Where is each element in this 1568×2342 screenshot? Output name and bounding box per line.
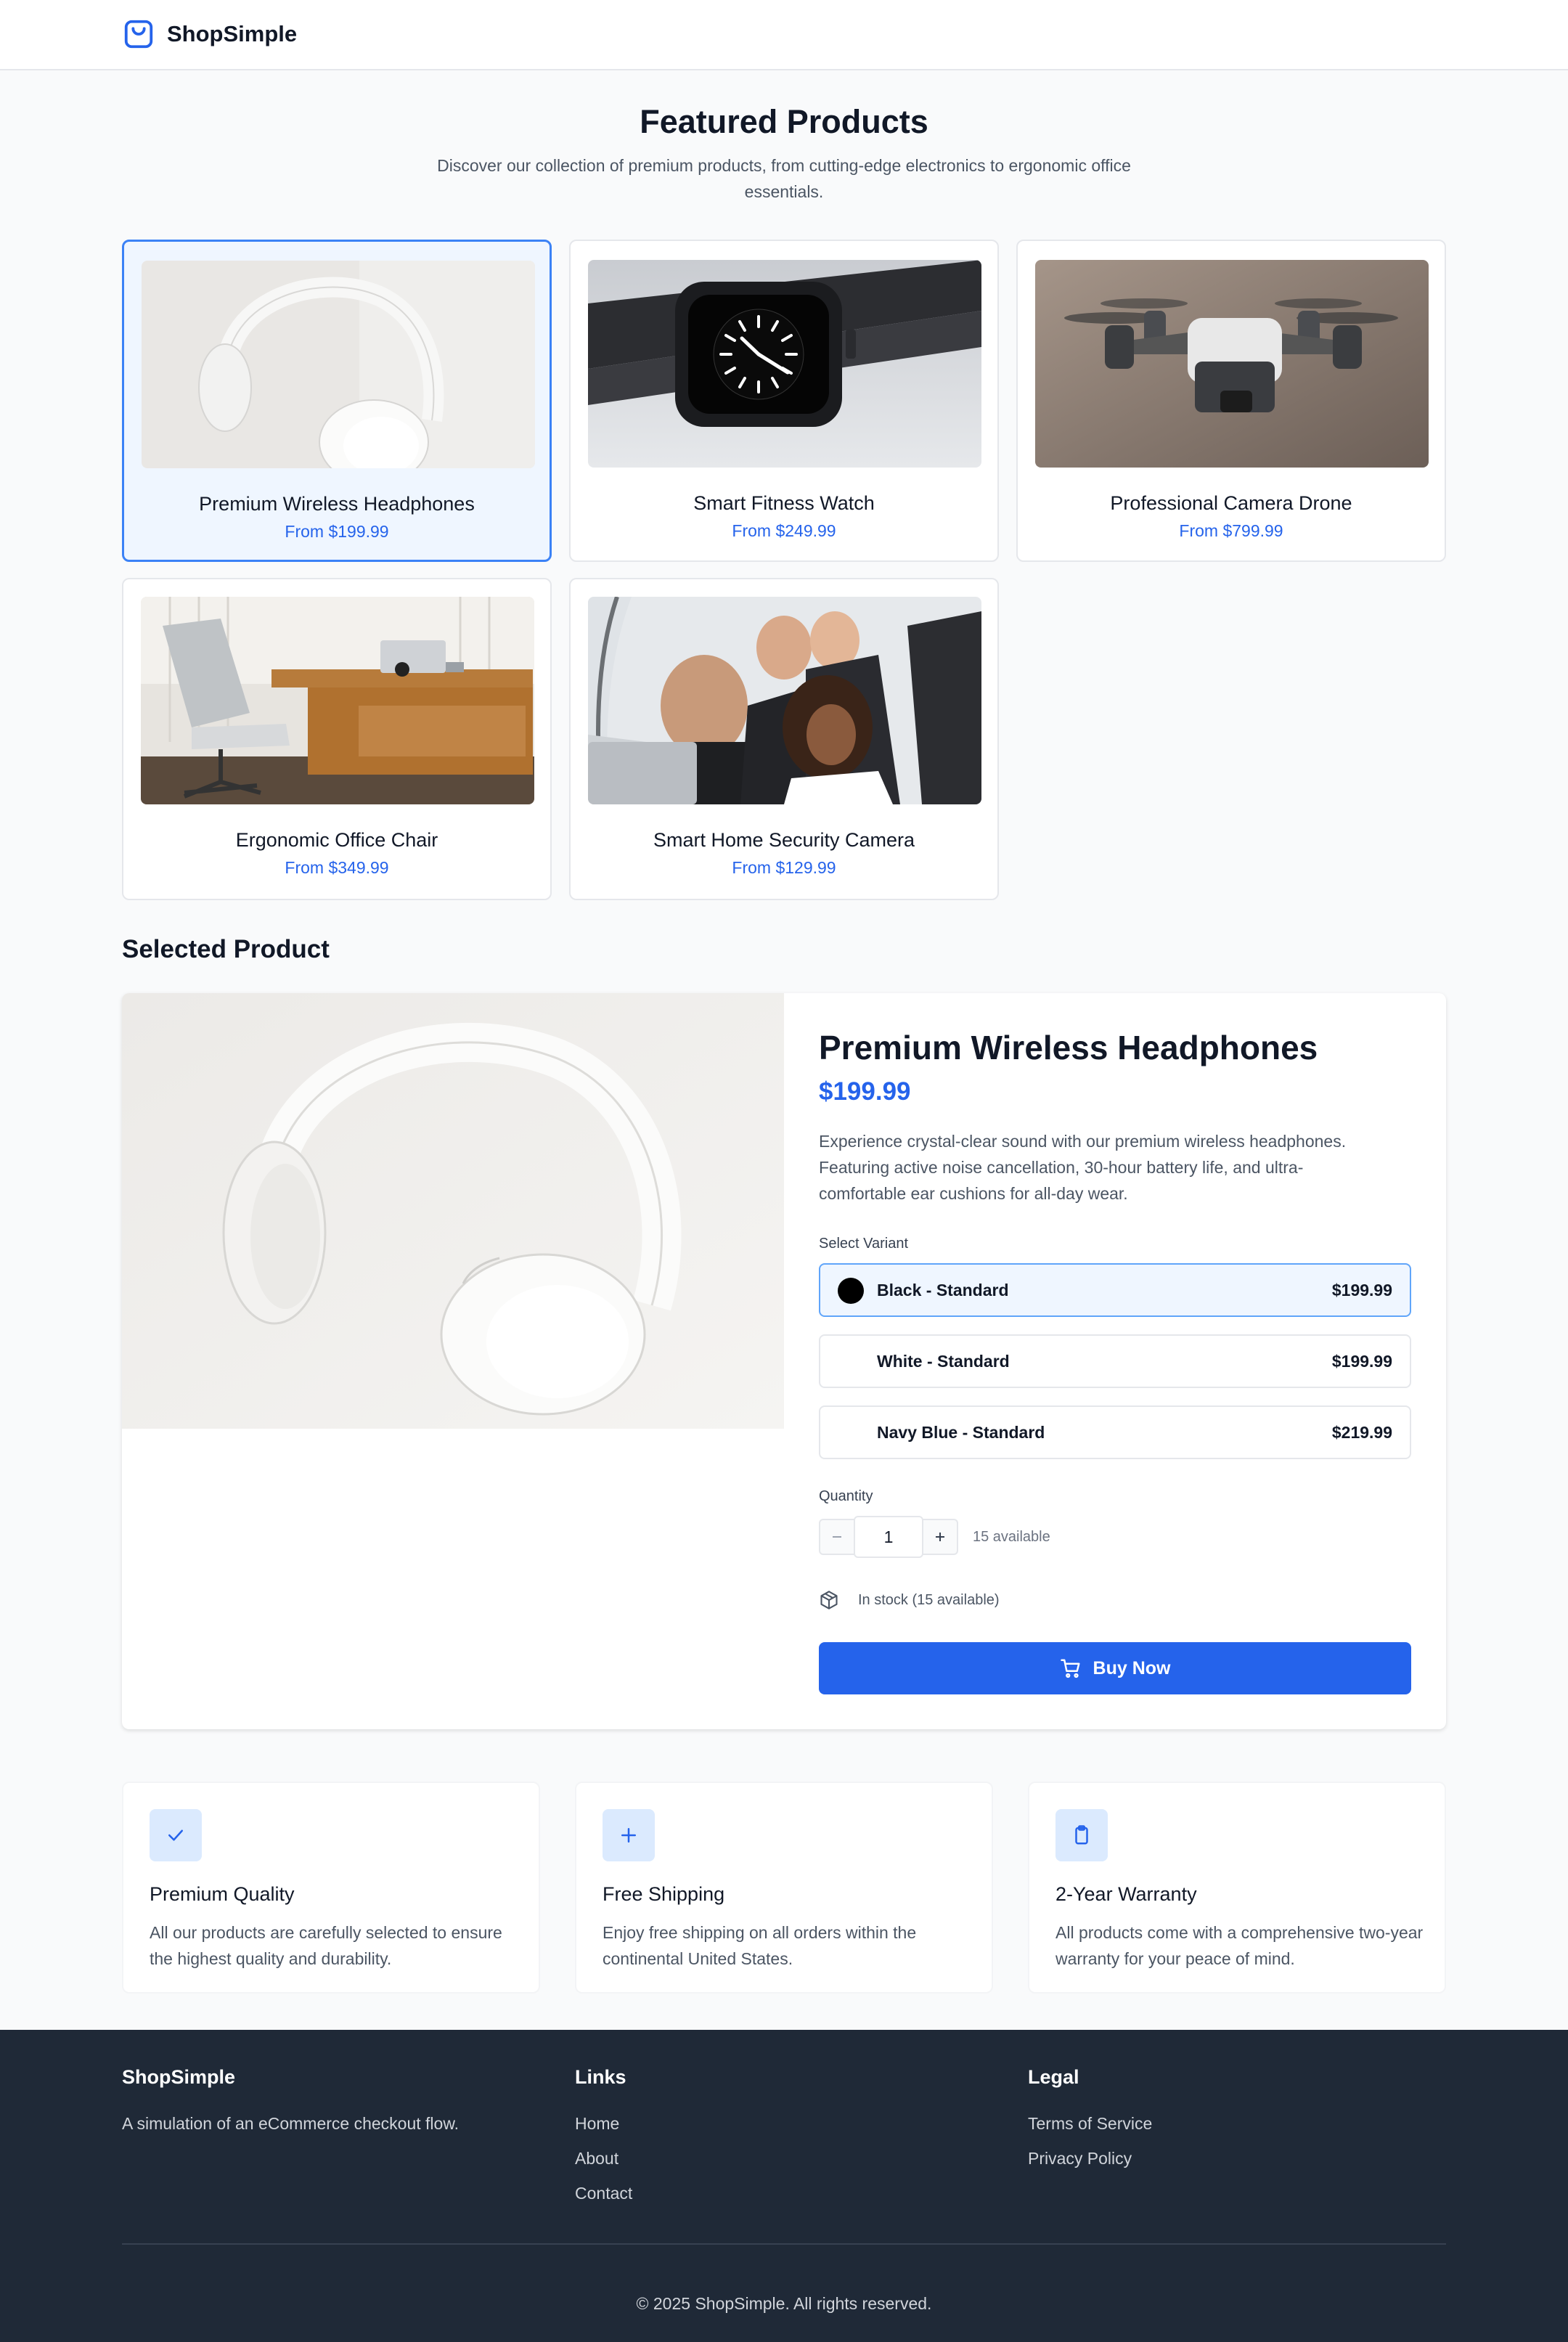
product-image-security-camera (588, 597, 981, 804)
feature-description: Enjoy free shipping on all orders within… (603, 1923, 917, 1968)
product-name: Premium Wireless Headphones (199, 493, 475, 515)
plus-icon (603, 1809, 655, 1861)
footer-link-privacy[interactable]: Privacy Policy (1028, 2149, 1132, 2168)
variant-option-black[interactable]: Black - Standard $199.99 (819, 1263, 1411, 1317)
product-name: Smart Fitness Watch (693, 492, 875, 514)
footer-divider (122, 2243, 1446, 2245)
available-count: 15 available (973, 1528, 1050, 1545)
logo[interactable]: ShopSimple (122, 17, 297, 51)
footer-tagline: A simulation of an eCommerce checkout fl… (122, 2114, 460, 2133)
copyright: © 2025 ShopSimple. All rights reserved. (636, 2294, 932, 2313)
clipboard-icon (1055, 1809, 1108, 1861)
product-card-chair[interactable]: Ergonomic Office Chair From $349.99 (122, 578, 552, 900)
product-price: From $799.99 (1179, 521, 1283, 540)
product-card-headphones[interactable]: Premium Wireless Headphones From $199.99 (122, 240, 552, 562)
variant-price: $199.99 (1331, 1281, 1392, 1299)
buy-now-button[interactable]: Buy Now (819, 1642, 1411, 1694)
check-icon (150, 1809, 202, 1861)
plus-icon (936, 1533, 944, 1541)
product-price: $199.99 (819, 1077, 911, 1106)
decrement-button[interactable] (819, 1519, 855, 1555)
page-title: Featured Products (640, 103, 928, 140)
stock-status: In stock (15 available) (819, 1590, 1000, 1610)
feature-card-shipping: Free Shipping Enjoy free shipping on all… (575, 1782, 993, 1994)
page-subtitle: Discover our collection of premium produ… (437, 156, 1131, 201)
color-swatch (838, 1349, 864, 1375)
product-image-chair (141, 597, 534, 804)
variant-name: Navy Blue - Standard (877, 1423, 1045, 1442)
footer-link-home[interactable]: Home (575, 2114, 619, 2134)
feature-card-warranty: 2-Year Warranty All products come with a… (1028, 1782, 1446, 1994)
feature-title: Premium Quality (150, 1883, 295, 1905)
package-icon (820, 1591, 838, 1609)
footer-brand: ShopSimple (122, 2066, 236, 2088)
product-price: From $349.99 (285, 858, 389, 877)
variant-option-white[interactable]: White - Standard $199.99 (819, 1334, 1411, 1388)
product-title: Premium Wireless Headphones (819, 1029, 1318, 1066)
feature-title: 2-Year Warranty (1055, 1883, 1197, 1905)
increment-button[interactable] (922, 1519, 958, 1555)
shopping-bag-icon (124, 20, 153, 49)
feature-card-quality: Premium Quality All our products are car… (122, 1782, 540, 1994)
product-image-headphones (142, 261, 535, 468)
product-image-drone (1035, 260, 1429, 468)
product-price: From $249.99 (732, 521, 836, 540)
minus-icon (833, 1536, 841, 1538)
feature-description: All products come with a comprehensive t… (1055, 1923, 1424, 1968)
feature-title: Free Shipping (603, 1883, 725, 1905)
cart-icon (1060, 1659, 1080, 1678)
quantity-input[interactable]: 1 (854, 1516, 923, 1558)
variant-label: Select Variant (819, 1236, 909, 1252)
color-swatch (838, 1420, 864, 1446)
product-card-watch[interactable]: Smart Fitness Watch From $249.99 (569, 240, 999, 562)
product-price: From $129.99 (732, 858, 836, 877)
variant-name: Black - Standard (877, 1281, 1009, 1299)
product-detail-image (122, 993, 784, 1429)
variant-price: $219.99 (1331, 1423, 1392, 1442)
variant-price: $199.99 (1331, 1352, 1392, 1371)
section-title-selected: Selected Product (122, 935, 330, 963)
product-image-watch (588, 260, 981, 468)
feature-description: All our products are carefully selected … (150, 1923, 502, 1968)
footer-link-contact[interactable]: Contact (575, 2184, 632, 2203)
footer-links-title: Links (575, 2066, 626, 2088)
product-detail-panel: Premium Wireless Headphones $199.99 Expe… (122, 993, 1446, 1729)
brand-name: ShopSimple (167, 21, 298, 46)
product-card-security-camera[interactable]: Smart Home Security Camera From $129.99 (569, 578, 999, 900)
product-description: Experience crystal-clear sound with our … (819, 1132, 1347, 1203)
stock-text: In stock (15 available) (858, 1591, 1000, 1608)
product-price: From $199.99 (285, 522, 389, 541)
variant-option-navy[interactable]: Navy Blue - Standard $219.99 (819, 1405, 1411, 1459)
color-swatch (838, 1278, 864, 1304)
product-name: Smart Home Security Camera (653, 829, 915, 851)
site-header: ShopSimple (0, 0, 1568, 70)
product-card-drone[interactable]: Professional Camera Drone From $799.99 (1016, 240, 1446, 562)
site-footer: ShopSimple A simulation of an eCommerce … (0, 2030, 1568, 2342)
footer-link-about[interactable]: About (575, 2149, 618, 2168)
footer-legal-title: Legal (1028, 2066, 1079, 2088)
quantity-label: Quantity (819, 1488, 873, 1504)
variant-name: White - Standard (877, 1352, 1010, 1371)
product-name: Ergonomic Office Chair (235, 829, 438, 851)
product-name: Professional Camera Drone (1110, 492, 1352, 514)
quantity-stepper: 1 15 available (819, 1516, 1050, 1558)
buy-now-label: Buy Now (1093, 1657, 1171, 1678)
footer-link-terms[interactable]: Terms of Service (1028, 2114, 1152, 2134)
